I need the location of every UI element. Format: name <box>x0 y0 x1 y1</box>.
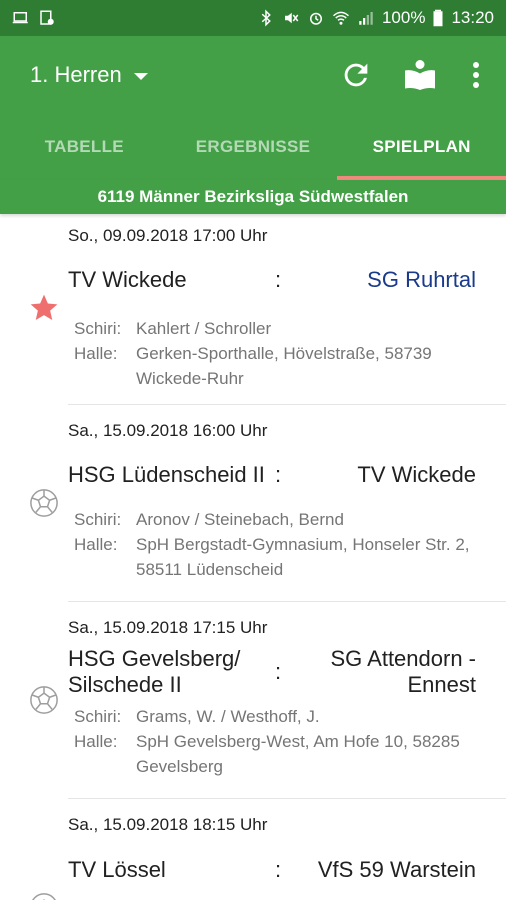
score-separator: : <box>274 462 282 487</box>
hall-label: Halle: <box>74 535 118 554</box>
match-item[interactable]: Sa., 15.09.2018 18:15 Uhr TV Lössel : Vf… <box>32 799 506 900</box>
referee-value: Aronov / Steinebach, Bernd <box>136 510 344 529</box>
book-icon[interactable] <box>402 57 438 93</box>
app-bar: 1. Herren <box>0 36 506 114</box>
referee-label: Schiri: <box>74 707 122 726</box>
score-separator: : <box>274 857 282 882</box>
match-date: Sa., 15.09.2018 18:15 Uhr <box>68 815 268 834</box>
tablet-notification-icon <box>40 10 54 25</box>
tab-bar: TABELLE ERGEBNISSE SPIELPLAN <box>0 114 506 180</box>
match-date: Sa., 15.09.2018 16:00 Uhr <box>68 421 268 440</box>
battery-icon <box>433 9 443 27</box>
app-title: 1. Herren <box>30 62 122 87</box>
home-team: HSG Lüdenscheid II <box>68 462 265 487</box>
tab-tabelle[interactable]: TABELLE <box>0 114 169 180</box>
away-team: TV Wickede <box>357 462 476 487</box>
match-item[interactable]: Sa., 15.09.2018 16:00 Uhr HSG Lüdenschei… <box>30 405 506 602</box>
match-list[interactable]: So., 09.09.2018 17:00 Uhr TV Wickede : S… <box>0 214 506 900</box>
clock: 13:20 <box>451 8 494 27</box>
signal-icon <box>359 12 373 25</box>
status-bar: 100% 13:20 <box>0 0 506 36</box>
score-separator: : <box>274 659 282 684</box>
chevron-down-icon <box>133 72 148 80</box>
star-icon[interactable] <box>28 292 60 324</box>
overflow-menu-icon[interactable] <box>466 57 486 93</box>
handball-icon <box>28 891 60 900</box>
hall-label: Halle: <box>74 344 118 363</box>
refresh-icon[interactable] <box>338 57 374 93</box>
referee-value: Kahlert / Schroller <box>136 319 272 338</box>
referee-label: Schiri: <box>74 319 122 338</box>
referee-label: Schiri: <box>74 510 122 529</box>
hall-value: SpH Gevelsberg-West, Am Hofe 10, 58285 G… <box>136 732 460 776</box>
bluetooth-icon <box>261 9 271 27</box>
handball-icon <box>28 487 60 519</box>
match-date: So., 09.09.2018 17:00 Uhr <box>68 226 268 245</box>
tab-ergebnisse[interactable]: ERGEBNISSE <box>169 114 338 180</box>
match-date: Sa., 15.09.2018 17:15 Uhr <box>68 618 268 637</box>
home-team: TV Lössel <box>68 857 166 882</box>
match-item[interactable]: Sa., 15.09.2018 17:15 Uhr HSG Gevelsberg… <box>30 602 506 799</box>
battery-percent: 100% <box>381 8 426 27</box>
referee-value: Grams, W. / Westhoff, J. <box>136 707 320 726</box>
hall-value: Gerken-Sporthalle, Hövelstraße, 58739 Wi… <box>136 344 432 388</box>
hall-label: Halle: <box>74 732 118 751</box>
away-team: SG Attendorn -Ennest <box>330 646 476 697</box>
match-item[interactable]: So., 09.09.2018 17:00 Uhr TV Wickede : S… <box>30 214 506 405</box>
wifi-icon <box>332 11 349 25</box>
team-selector[interactable]: 1. Herren <box>30 62 148 88</box>
hall-value: SpH Bergstadt-Gymnasium, Honseler Str. 2… <box>136 535 470 579</box>
laptop-notification-icon <box>12 12 28 24</box>
away-team: VfS 59 Warstein <box>317 857 476 882</box>
home-team: TV Wickede <box>68 267 187 292</box>
away-team: SG Ruhrtal <box>367 267 476 292</box>
home-team: HSG Gevelsberg/ Silschede II <box>68 646 241 697</box>
league-banner: 6119 Männer Bezirksliga Südwestfalen <box>0 180 506 214</box>
score-separator: : <box>274 267 282 292</box>
mute-icon <box>284 12 299 24</box>
tab-spielplan[interactable]: SPIELPLAN <box>337 114 506 180</box>
handball-icon <box>28 684 60 716</box>
alarm-icon <box>309 12 322 25</box>
